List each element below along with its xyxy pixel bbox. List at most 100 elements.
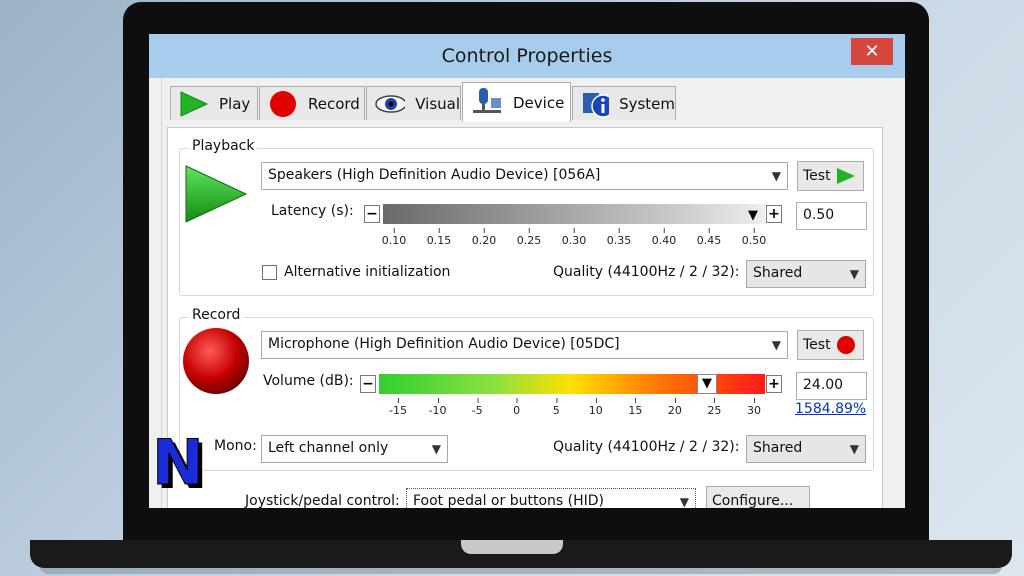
close-button[interactable]: ✕ <box>851 38 893 65</box>
scale-tick-label: 25 <box>707 398 721 417</box>
record-test-button[interactable]: Test <box>797 330 864 360</box>
playback-legend: Playback <box>189 138 258 154</box>
scale-tick-mark <box>516 398 518 403</box>
tab-device[interactable]: Device <box>462 82 571 122</box>
configure-label: Configure... <box>712 493 794 508</box>
scale-tick-mark <box>394 228 395 233</box>
joystick-value: Foot pedal or buttons (HID) <box>413 493 604 508</box>
overlay-logo-letter: N <box>152 432 204 496</box>
joystick-label: Joystick/pedal control: <box>245 493 400 508</box>
latency-minus-button[interactable]: − <box>364 205 380 223</box>
volume-minus-button[interactable]: − <box>360 375 376 393</box>
device-icon <box>473 87 501 113</box>
scale-tick-mark <box>484 228 485 233</box>
tab-device-label: Device <box>513 93 565 112</box>
tab-visual[interactable]: Visual <box>366 86 461 120</box>
playback-play-icon <box>185 165 248 223</box>
scale-tick-mark <box>635 398 637 403</box>
joystick-select[interactable]: Foot pedal or buttons (HID) ▼ <box>406 488 696 508</box>
system-info-icon <box>583 92 610 118</box>
tab-visual-label: Visual <box>415 94 460 113</box>
window-title: Control Properties <box>441 45 613 67</box>
playback-quality-select[interactable]: Shared ▼ <box>746 260 866 288</box>
tab-play[interactable]: Play <box>170 86 258 120</box>
record-quality-select[interactable]: Shared ▼ <box>746 435 866 463</box>
volume-slider-thumb[interactable]: ▼ <box>697 374 717 394</box>
latency-slider-track[interactable] <box>383 204 765 224</box>
playback-device-value: Speakers (High Definition Audio Device) … <box>268 167 601 183</box>
playback-quality-value: Shared <box>753 265 803 281</box>
chevron-down-icon: ▼ <box>431 442 441 456</box>
scale-tick-mark <box>437 398 439 403</box>
tab-record[interactable]: Record <box>259 86 365 120</box>
tab-panel: Playback Speakers (High Definition Audio… <box>167 127 883 508</box>
scale-tick-label: 15 <box>628 398 642 417</box>
record-icon <box>836 336 855 354</box>
scale-tick-label: -15 <box>389 398 407 417</box>
scale-tick-label: 30 <box>747 398 761 417</box>
scale-tick-mark <box>574 228 575 233</box>
scale-tick-label: -10 <box>429 398 447 417</box>
scale-tick-mark <box>664 228 665 233</box>
scale-tick-label: 0.30 <box>562 228 586 247</box>
chevron-down-icon: ▼ <box>849 442 859 456</box>
tab-play-label: Play <box>219 94 251 113</box>
scale-tick-label: 0 <box>513 398 520 417</box>
scale-tick-label: 0.15 <box>427 228 451 247</box>
latency-input[interactable]: 0.50 <box>796 202 867 230</box>
volume-label: Volume (dB): <box>263 373 354 389</box>
chevron-down-icon: ▼ <box>849 267 859 281</box>
scale-tick-label: 0.45 <box>697 228 721 247</box>
mono-select[interactable]: Left channel only ▼ <box>261 435 448 463</box>
laptop-notch <box>461 540 563 554</box>
volume-plus-button[interactable]: + <box>766 375 782 393</box>
record-device-value: Microphone (High Definition Audio Device… <box>268 336 620 352</box>
scale-tick-mark <box>477 398 479 403</box>
playback-test-button[interactable]: Test <box>797 161 864 191</box>
play-icon <box>836 168 855 184</box>
scale-tick-mark <box>398 398 399 403</box>
scale-tick-label: 0.35 <box>607 228 631 247</box>
scale-tick-label: 20 <box>668 398 682 417</box>
tab-system[interactable]: System <box>572 86 676 120</box>
overlay-logo: N N <box>152 432 208 496</box>
title-bar: Control Properties ✕ <box>149 34 905 78</box>
alt-init-checkbox[interactable] <box>262 265 277 280</box>
chevron-down-icon: ▼ <box>771 169 781 183</box>
scale-tick-mark <box>556 398 558 403</box>
scale-tick-mark <box>709 228 710 233</box>
mono-label: Mono: <box>214 438 257 454</box>
latency-slider-thumb[interactable]: ▼ <box>748 208 758 223</box>
eye-icon <box>375 94 406 113</box>
playback-test-label: Test <box>803 168 831 184</box>
record-device-select[interactable]: Microphone (High Definition Audio Device… <box>261 331 788 359</box>
mono-value: Left channel only <box>268 440 389 456</box>
scale-tick-mark <box>595 398 597 403</box>
tab-system-label: System <box>619 94 675 113</box>
play-icon <box>180 90 209 117</box>
scale-tick-label: 0.10 <box>382 228 406 247</box>
record-quality-label: Quality (44100Hz / 2 / 32): <box>553 439 740 455</box>
scale-tick-mark <box>529 228 530 233</box>
playback-quality-label: Quality (44100Hz / 2 / 32): <box>553 264 740 280</box>
playback-device-select[interactable]: Speakers (High Definition Audio Device) … <box>261 162 788 190</box>
configure-button[interactable]: Configure... <box>706 486 810 508</box>
tab-record-label: Record <box>308 94 360 113</box>
record-quality-value: Shared <box>753 440 803 456</box>
chevron-down-icon: ▼ <box>771 338 781 352</box>
scale-tick-mark <box>754 228 755 233</box>
scale-tick-label: 10 <box>589 398 603 417</box>
volume-input[interactable]: 24.00 <box>796 372 867 400</box>
scale-tick-mark <box>714 398 716 403</box>
scale-tick-label: 0.50 <box>742 228 766 247</box>
scale-tick-label: 0.20 <box>472 228 496 247</box>
scale-tick-mark <box>439 228 440 233</box>
record-ball-icon <box>183 328 249 394</box>
scale-tick-mark <box>674 398 676 403</box>
scale-tick-mark <box>619 228 620 233</box>
volume-percent-link[interactable]: 1584.89% <box>795 401 866 417</box>
scale-tick-label: 0.25 <box>517 228 541 247</box>
latency-label: Latency (s): <box>271 203 354 219</box>
latency-plus-button[interactable]: + <box>766 205 782 223</box>
alt-init-label: Alternative initialization <box>284 264 451 280</box>
